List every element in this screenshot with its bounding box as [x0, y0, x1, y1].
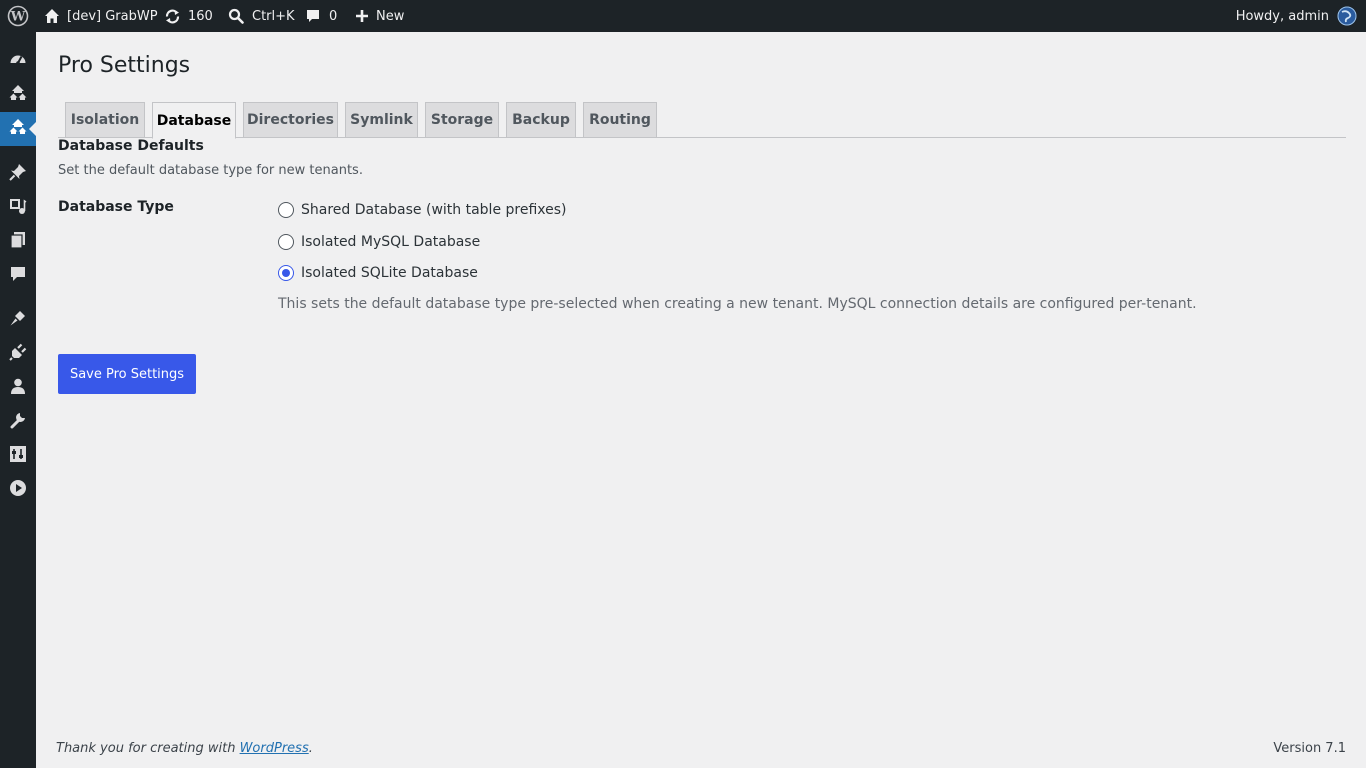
tab-routing[interactable]: Routing	[583, 102, 657, 138]
media-icon	[9, 197, 27, 219]
comments-count: 0	[329, 8, 338, 24]
menu-item-plugins[interactable]	[0, 337, 36, 371]
menu-item-comments[interactable]	[0, 259, 36, 293]
comments-link[interactable]: 0	[305, 0, 337, 32]
updates-count: 160	[188, 8, 213, 24]
settings-icon	[9, 445, 27, 467]
footer-thanks-suffix: .	[308, 741, 313, 756]
appearance-icon	[9, 309, 27, 331]
updates-link[interactable]: 160	[164, 0, 213, 32]
tab-database[interactable]: Database	[152, 102, 236, 139]
multisite-icon	[9, 118, 27, 140]
site-name-link[interactable]: [dev] GrabWP	[44, 0, 158, 32]
page-title: Pro Settings	[58, 53, 191, 78]
my-account-link[interactable]: Howdy, admin	[1236, 0, 1357, 32]
tab-symlink[interactable]: Symlink	[345, 102, 418, 138]
plugins-icon	[9, 343, 27, 365]
footer-thanks-prefix: Thank you for creating with	[56, 741, 240, 756]
field-help-text: This sets the default database type pre-…	[278, 296, 1197, 312]
site-name-label: [dev] GrabWP	[67, 8, 158, 24]
users-icon	[9, 377, 27, 399]
menu-item-appearance[interactable]	[0, 303, 36, 337]
radio-isolated-mysql[interactable]	[278, 234, 294, 250]
database-type-label: Database Type	[58, 199, 174, 215]
menu-item-media[interactable]	[0, 191, 36, 225]
menu-item-tools[interactable]	[0, 405, 36, 439]
main-content: Pro Settings Isolation Database Director…	[36, 32, 1366, 768]
option-isolated-sqlite[interactable]: Isolated SQLite Database	[278, 263, 478, 283]
new-label: New	[376, 8, 405, 24]
tab-isolation[interactable]: Isolation	[65, 102, 145, 138]
footer-version: Version 7.1	[1273, 741, 1346, 756]
media-player-icon	[9, 479, 27, 501]
wordpress-link[interactable]: WordPress	[240, 741, 309, 756]
search-shortcut-label: Ctrl+K	[252, 8, 295, 24]
settings-tabs: Isolation Database Directories Symlink S…	[58, 102, 1346, 139]
wordpress-logo-icon[interactable]: W	[7, 0, 29, 32]
footer-thanks: Thank you for creating with WordPress.	[56, 741, 313, 756]
new-content-link[interactable]: New	[355, 0, 404, 32]
comments-icon	[9, 265, 27, 287]
option-label: Shared Database (with table prefixes)	[301, 202, 567, 218]
refresh-icon	[164, 8, 181, 25]
menu-item-pages[interactable]	[0, 225, 36, 259]
comment-icon	[305, 8, 321, 24]
tab-directories[interactable]: Directories	[243, 102, 338, 138]
save-pro-settings-button[interactable]: Save Pro Settings	[58, 354, 196, 394]
command-palette-link[interactable]: Ctrl+K	[228, 0, 295, 32]
section-title: Database Defaults	[58, 138, 204, 154]
menu-item-dashboard[interactable]	[0, 44, 36, 78]
plus-icon	[355, 9, 369, 23]
pages-icon	[9, 231, 27, 253]
section-description: Set the default database type for new te…	[58, 163, 363, 178]
menu-item-posts[interactable]	[0, 157, 36, 191]
menu-item-media-player[interactable]	[0, 473, 36, 507]
pin-icon	[9, 163, 27, 185]
svg-text:W: W	[10, 10, 26, 25]
avatar	[1337, 6, 1357, 26]
greeting-label: Howdy, admin	[1235, 8, 1329, 24]
option-shared-database[interactable]: Shared Database (with table prefixes)	[278, 200, 567, 220]
tools-icon	[9, 411, 27, 433]
radio-isolated-sqlite[interactable]	[278, 265, 294, 281]
tab-backup[interactable]: Backup	[506, 102, 576, 138]
admin-side-menu	[0, 32, 36, 768]
search-icon	[228, 8, 244, 24]
menu-item-settings[interactable]	[0, 439, 36, 473]
admin-bar: W [dev] GrabWP 160 Ctrl+K 0 New Howdy, a…	[0, 0, 1366, 32]
home-icon	[44, 8, 60, 24]
multisite-icon	[9, 84, 27, 106]
radio-shared-database[interactable]	[278, 202, 294, 218]
menu-item-multisite[interactable]	[0, 78, 36, 112]
dashboard-icon	[9, 50, 27, 72]
tab-storage[interactable]: Storage	[425, 102, 499, 138]
option-label: Isolated SQLite Database	[301, 265, 478, 281]
option-label: Isolated MySQL Database	[301, 234, 481, 250]
menu-item-users[interactable]	[0, 371, 36, 405]
option-isolated-mysql[interactable]: Isolated MySQL Database	[278, 232, 480, 252]
menu-item-grabwp-pro[interactable]	[0, 112, 36, 146]
